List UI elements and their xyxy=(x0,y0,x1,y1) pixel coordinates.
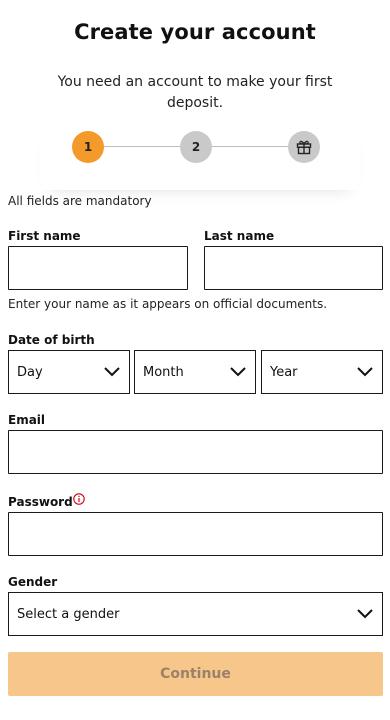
mandatory-note: All fields are mandatory xyxy=(8,194,152,208)
password-input[interactable] xyxy=(9,513,382,555)
step-connector xyxy=(104,146,180,147)
step-connector xyxy=(212,146,288,147)
first-name-field[interactable] xyxy=(8,246,188,290)
password-field[interactable] xyxy=(8,512,383,556)
first-name-input[interactable] xyxy=(9,247,187,289)
info-icon[interactable] xyxy=(73,493,85,505)
last-name-label: Last name xyxy=(204,229,275,243)
dob-year-select[interactable]: Year xyxy=(261,350,383,394)
chevron-down-icon xyxy=(230,367,246,377)
chevron-down-icon xyxy=(357,609,373,619)
gift-icon xyxy=(296,140,312,155)
dob-month-value: Month xyxy=(143,364,184,380)
progress-stepper: 1 2 xyxy=(40,118,360,190)
dob-label: Date of birth xyxy=(8,333,95,347)
gender-value: Select a gender xyxy=(17,606,120,622)
chevron-down-icon xyxy=(104,367,120,377)
email-label: Email xyxy=(8,413,46,427)
step-2: 2 xyxy=(180,131,212,163)
step-1: 1 xyxy=(72,131,104,163)
name-hint: Enter your name as it appears on officia… xyxy=(8,297,328,311)
dob-month-select[interactable]: Month xyxy=(134,350,256,394)
page-title: Create your account xyxy=(74,20,316,44)
email-field[interactable] xyxy=(8,430,383,474)
last-name-input[interactable] xyxy=(205,247,382,289)
gender-label: Gender xyxy=(8,575,58,589)
page-subtitle: You need an account to make your first d… xyxy=(57,74,333,111)
dob-year-value: Year xyxy=(270,364,298,380)
dob-day-select[interactable]: Day xyxy=(8,350,130,394)
password-label: Password xyxy=(8,495,73,509)
chevron-down-icon xyxy=(357,367,373,377)
gender-select[interactable]: Select a gender xyxy=(8,592,383,636)
email-input[interactable] xyxy=(9,431,382,473)
continue-button[interactable]: Continue xyxy=(8,652,383,696)
dob-day-value: Day xyxy=(17,364,43,380)
step-reward xyxy=(288,131,320,163)
last-name-field[interactable] xyxy=(204,246,383,290)
first-name-label: First name xyxy=(8,229,81,243)
